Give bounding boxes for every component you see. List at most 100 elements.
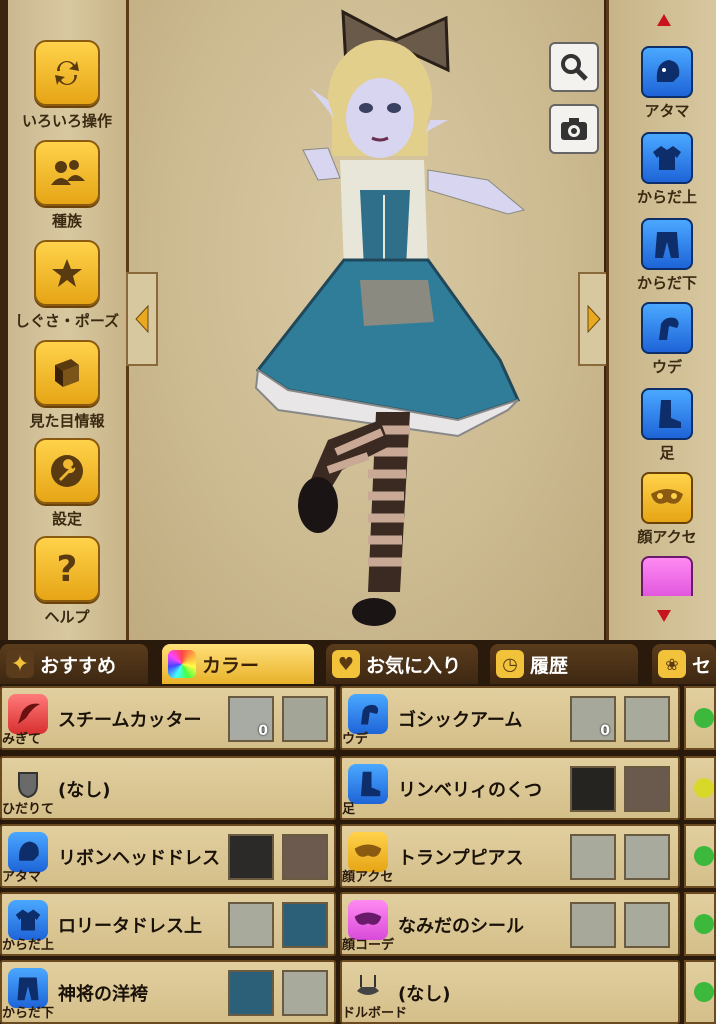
heart-icon: ♥ (332, 650, 360, 678)
set-icon (694, 914, 714, 934)
item-name: トランプピアス (398, 848, 524, 869)
history-icon: ◷ (496, 650, 524, 678)
tab-color[interactable]: カラー (162, 644, 314, 684)
tab-label: お気に入り (366, 654, 462, 677)
part-upper-body-button[interactable]: からだ上 (631, 132, 703, 207)
set-slot[interactable] (684, 824, 716, 888)
equipment-row-face-accessory[interactable]: 顔アクセ トランプピアス (340, 824, 680, 888)
set-icon: ❀ (658, 650, 686, 678)
slot-label: 足 (342, 802, 356, 817)
menu-label: 種族 (51, 212, 82, 230)
help-button[interactable]: ? ヘルプ (8, 532, 126, 628)
tab-label: 履歴 (530, 654, 569, 677)
equipment-row-right-hand[interactable]: みぎて スチームカッター 0 (0, 686, 336, 750)
rainbow-icon (168, 650, 196, 678)
character-figure (254, 9, 526, 626)
part-head-button[interactable]: アタマ (631, 46, 703, 121)
race-button[interactable]: 種族 (8, 136, 126, 232)
color-swatch-2[interactable] (282, 970, 328, 1016)
item-name: (なし) (58, 780, 111, 801)
left-menu: いろいろ操作 種族 しぐさ・ポーズ 見た目情報 設定 ? ヘルプ (8, 0, 129, 640)
item-name: なみだのシール (398, 916, 524, 937)
tab-recommended[interactable]: ✦ おすすめ (0, 644, 148, 684)
color-swatch-1[interactable] (228, 834, 274, 880)
scroll-up-icon[interactable] (609, 8, 716, 38)
tab-history[interactable]: ◷ 履歴 (490, 644, 638, 684)
color-swatch-1[interactable] (228, 970, 274, 1016)
color-swatch-2[interactable] (624, 902, 670, 948)
question-icon: ? (34, 536, 100, 602)
gesture-pose-button[interactable]: しぐさ・ポーズ (8, 236, 126, 332)
arm-icon (641, 302, 693, 354)
equipment-row-head[interactable]: アタマ リボンヘッドドレス (0, 824, 336, 888)
equipment-row-upper-body[interactable]: からだ上 ロリータドレス上 (0, 892, 336, 956)
wrench-icon (34, 438, 100, 504)
tab-label: セ (692, 654, 712, 677)
menu-label: ヘルプ (44, 608, 90, 626)
set-icon (694, 708, 714, 728)
color-swatch-2[interactable] (282, 834, 328, 880)
equipment-row-face-coordinate[interactable]: 顔コーデ なみだのシール (340, 892, 680, 956)
part-label: 顔アクセ (637, 528, 697, 546)
item-name: スチームカッター (58, 710, 202, 731)
equipment-row-lower-body[interactable]: からだ下 神将の洋袴 (0, 960, 336, 1024)
people-icon (34, 140, 100, 206)
color-swatch-1[interactable] (228, 902, 274, 948)
camera-button[interactable] (549, 104, 599, 154)
part-label: 足 (659, 444, 675, 462)
color-swatch-1[interactable] (570, 766, 616, 812)
slot-label: 顔アクセ (342, 870, 394, 885)
color-swatch-2[interactable] (624, 766, 670, 812)
settings-button[interactable]: 設定 (8, 434, 126, 530)
color-swatch-2[interactable] (624, 696, 670, 742)
part-lower-body-button[interactable]: からだ下 (631, 218, 703, 293)
slot-label: ドルボード (342, 1006, 408, 1021)
scroll-down-icon[interactable] (609, 602, 716, 632)
set-slot[interactable] (684, 960, 716, 1024)
set-slot[interactable] (684, 892, 716, 956)
equipment-row-dolboard[interactable]: ドルボード (なし) (340, 960, 680, 1024)
part-arm-button[interactable]: ウデ (631, 302, 703, 377)
set-slot[interactable] (684, 686, 716, 750)
color-swatch-2[interactable] (624, 834, 670, 880)
set-icon (694, 778, 714, 798)
item-name: (なし) (398, 984, 451, 1005)
color-swatch-2[interactable] (282, 696, 328, 742)
menu-label: 見た目情報 (29, 412, 105, 430)
equipment-row-left-hand[interactable]: ひだりて (なし) (0, 756, 336, 820)
set-icon (694, 846, 714, 866)
tab-label: カラー (202, 654, 260, 677)
part-face-coordinate-button[interactable] (631, 556, 703, 596)
slot-label: ひだりて (2, 802, 55, 817)
color-swatch-1[interactable]: 0 (228, 696, 274, 742)
character-preview[interactable] (128, 0, 604, 640)
search-icon (561, 54, 588, 81)
set-icon (694, 982, 714, 1002)
set-slot[interactable] (684, 756, 716, 820)
color-swatch-1[interactable] (570, 834, 616, 880)
item-name: リボンヘッドドレス (58, 848, 220, 869)
various-operations-button[interactable]: いろいろ操作 (8, 36, 126, 132)
equipment-row-arm[interactable]: ウデ ゴシックアーム 0 (340, 686, 680, 750)
collapse-left-button[interactable] (126, 272, 158, 366)
equipment-list: みぎて スチームカッター 0 ウデ ゴシックアーム 0 ひだりて (なし) 足 … (0, 686, 716, 1024)
color-swatch-1[interactable] (570, 902, 616, 948)
mask-icon (641, 556, 693, 596)
part-foot-button[interactable]: 足 (631, 388, 703, 463)
tab-set[interactable]: ❀ セ (652, 644, 716, 684)
head-icon (641, 46, 693, 98)
equipment-row-foot[interactable]: 足 リンベリィのくつ (340, 756, 680, 820)
item-name: 神将の洋袴 (58, 984, 148, 1005)
appearance-info-button[interactable]: 見た目情報 (8, 336, 126, 432)
arrow-right-icon (587, 304, 601, 334)
arrow-left-icon (135, 304, 149, 334)
tab-label: おすすめ (40, 654, 117, 677)
slot-label: からだ下 (2, 1006, 55, 1021)
search-button[interactable] (549, 42, 599, 92)
color-swatch-2[interactable] (282, 902, 328, 948)
part-face-accessory-button[interactable]: 顔アクセ (631, 472, 703, 547)
shirt-icon (641, 132, 693, 184)
tab-favorites[interactable]: ♥ お気に入り (326, 644, 478, 684)
camera-icon (561, 118, 587, 140)
color-swatch-1[interactable]: 0 (570, 696, 616, 742)
